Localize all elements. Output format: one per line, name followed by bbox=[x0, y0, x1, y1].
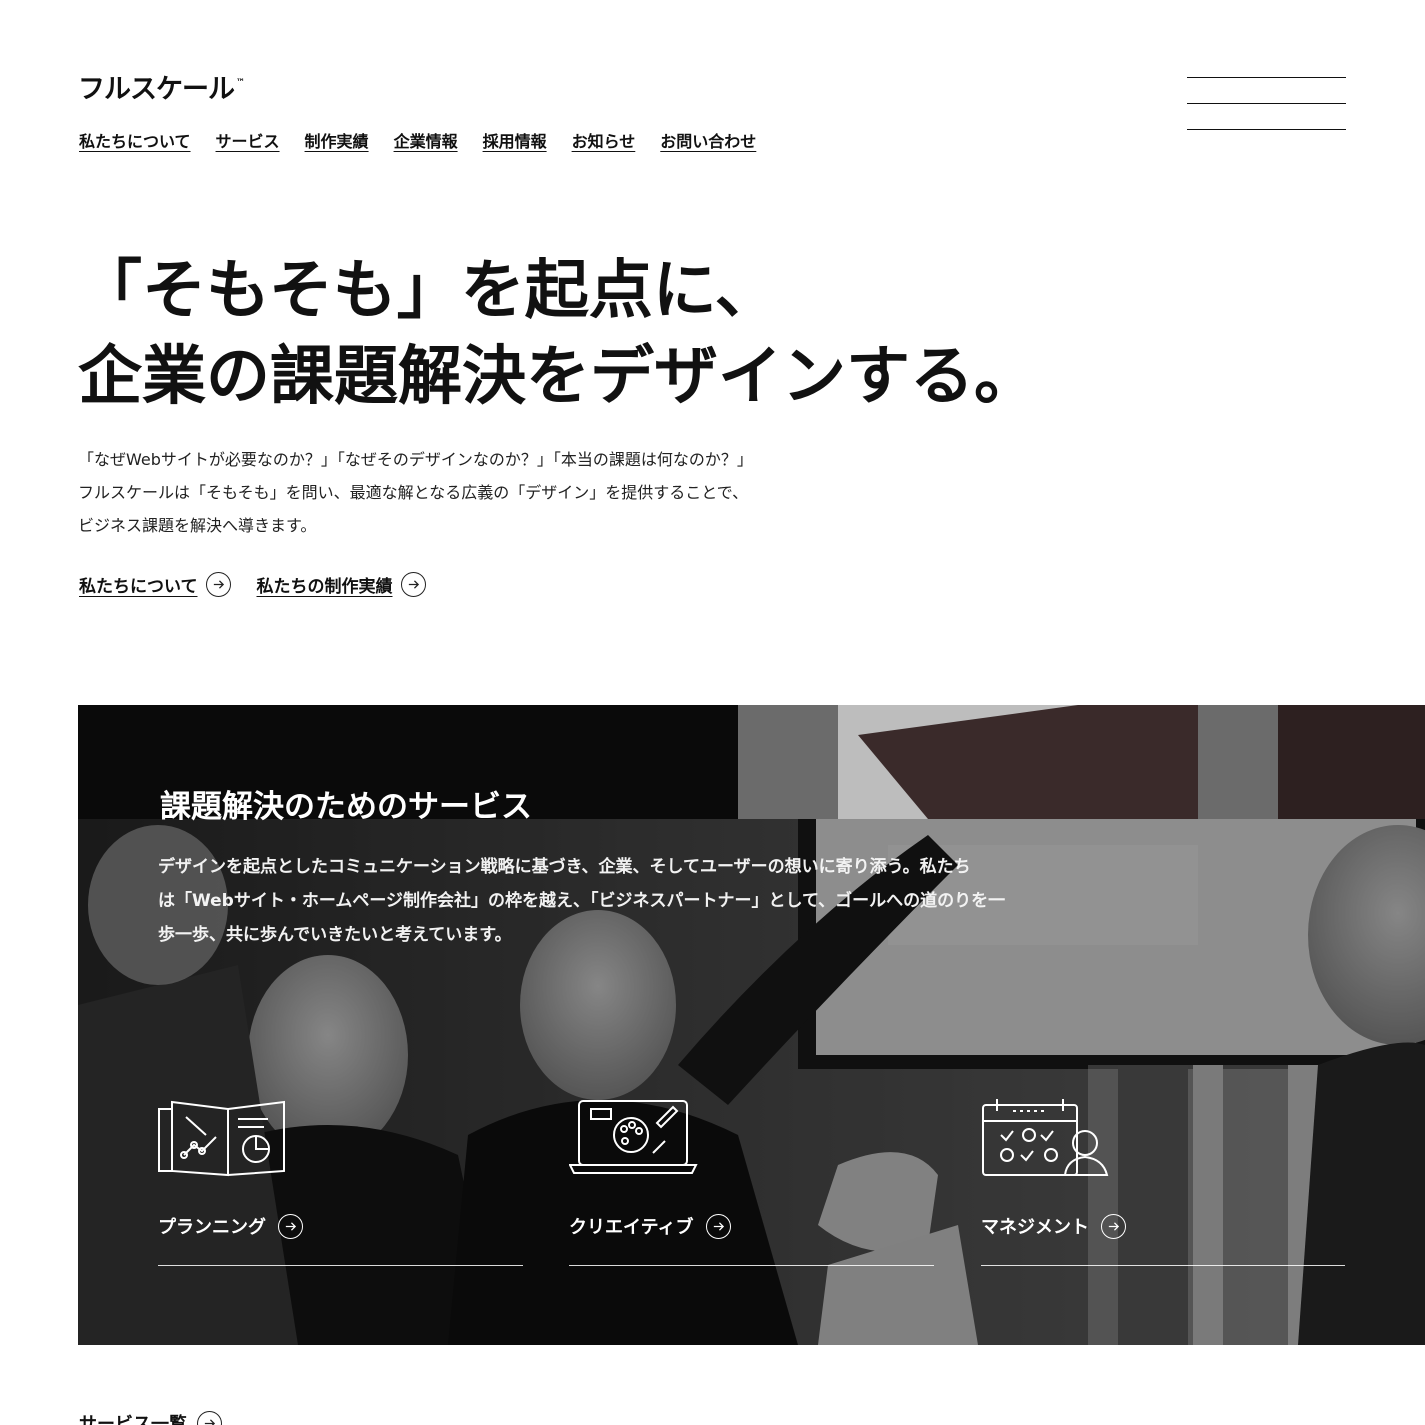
nav-about[interactable]: 私たちについて bbox=[79, 128, 191, 152]
service-creative-label: クリエイティブ bbox=[569, 1217, 694, 1238]
hero-desc-line: 「なぜWebサイトが必要なのか？」「なぜそのデザインなのか？」「本当の課題は何な… bbox=[78, 450, 753, 469]
hero-desc-line: フルスケールは「そもそも」を問い、最適な解となる広義の「デザイン」を提供すること… bbox=[78, 483, 749, 502]
logo-text: フルスケール bbox=[78, 74, 235, 105]
trademark-mark: ™ bbox=[236, 78, 245, 88]
services-description: デザインを起点としたコミュニケーション戦略に基づき、企業、そしてユーザーの想いに… bbox=[158, 850, 1005, 952]
hero-title-line: 「そもそも」を起点に、 bbox=[78, 254, 779, 328]
arrow-right-icon bbox=[197, 1410, 222, 1425]
arrow-right-icon bbox=[205, 572, 231, 597]
nav-recruit[interactable]: 採用情報 bbox=[483, 128, 547, 152]
service-planning[interactable]: プランニング bbox=[158, 1097, 523, 1266]
about-link-label: 私たちについて bbox=[79, 577, 198, 597]
hamburger-line bbox=[1187, 77, 1346, 78]
nav-service[interactable]: サービス bbox=[216, 128, 280, 152]
arrow-right-icon bbox=[1101, 1213, 1126, 1239]
service-list-link[interactable]: サービス一覧 bbox=[79, 1410, 222, 1425]
services-desc-line: デザインを起点としたコミュニケーション戦略に基づき、企業、そしてユーザーの想いに… bbox=[158, 857, 971, 877]
hamburger-line bbox=[1187, 103, 1346, 104]
hamburger-icon[interactable] bbox=[1187, 77, 1346, 132]
services-desc-line: 歩一歩、共に歩んでいきたいと考えています。 bbox=[158, 925, 512, 945]
arrow-right-icon bbox=[705, 1213, 731, 1239]
creative-icon bbox=[569, 1100, 698, 1174]
works-link[interactable]: 私たちの制作実績 bbox=[257, 572, 426, 597]
hero-title-line: 企業の課題解決をデザインする。 bbox=[78, 340, 1038, 414]
services-panel: 課題解決のためのサービス デザインを起点としたコミュニケーション戦略に基づき、企… bbox=[78, 705, 1425, 1345]
nav-company[interactable]: 企業情報 bbox=[394, 128, 458, 152]
service-list-label: サービス一覧 bbox=[79, 1414, 187, 1425]
service-planning-row: プランニング bbox=[158, 1213, 303, 1239]
hero-desc-line: ビジネス課題を解決へ導きます。 bbox=[78, 516, 317, 535]
service-creative[interactable]: クリエイティブ bbox=[569, 1097, 934, 1266]
nav-news[interactable]: お知らせ bbox=[572, 128, 636, 152]
service-management-label: マネジメント bbox=[981, 1217, 1089, 1238]
main-nav: 私たちについて サービス 制作実績 企業情報 採用情報 お知らせ お問い合わせ bbox=[79, 128, 756, 152]
services-desc-line: は「Webサイト・ホームページ制作会社」の枠を越え、「ビジネスパートナー」として… bbox=[158, 891, 1006, 911]
hero-links: 私たちについて 私たちの制作実績 bbox=[79, 572, 426, 597]
logo[interactable]: フルスケール ™ bbox=[78, 74, 245, 106]
works-link-label: 私たちの制作実績 bbox=[256, 577, 393, 597]
planning-icon bbox=[158, 1100, 285, 1177]
about-link[interactable]: 私たちについて bbox=[79, 572, 231, 597]
service-management[interactable]: マネジメント bbox=[981, 1097, 1345, 1266]
hero-title: 「そもそも」を起点に、 企業の課題解決をデザインする。 bbox=[78, 248, 1038, 420]
service-planning-label: プランニング bbox=[158, 1217, 266, 1238]
arrow-right-icon bbox=[278, 1213, 303, 1239]
services-title: 課題解決のためのサービス bbox=[160, 789, 532, 825]
nav-works[interactable]: 制作実績 bbox=[305, 128, 369, 152]
hamburger-line bbox=[1187, 129, 1346, 130]
service-management-row: マネジメント bbox=[981, 1213, 1126, 1239]
management-icon bbox=[982, 1099, 1109, 1176]
service-creative-row: クリエイティブ bbox=[569, 1213, 731, 1239]
arrow-right-icon bbox=[400, 572, 426, 597]
nav-contact[interactable]: お問い合わせ bbox=[660, 128, 756, 152]
hero-description: 「なぜWebサイトが必要なのか？」「なぜそのデザインなのか？」「本当の課題は何な… bbox=[78, 443, 753, 542]
